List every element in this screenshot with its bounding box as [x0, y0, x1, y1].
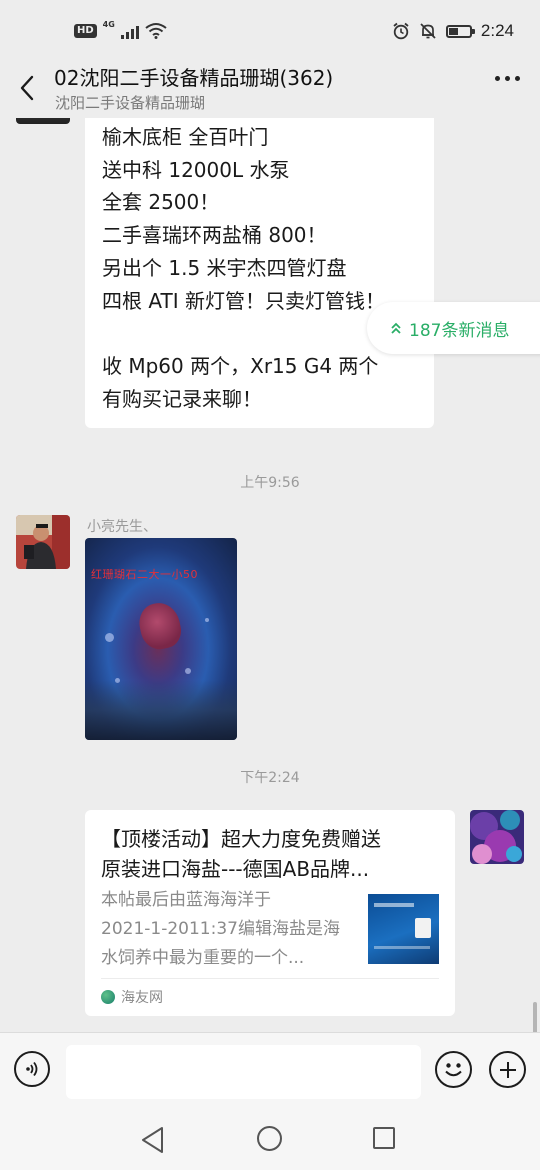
chat-subtitle: 沈阳二手设备精品珊瑚	[55, 94, 206, 112]
message-line: 四根 ATI 新灯管！只卖灯管钱！	[102, 288, 385, 313]
back-button[interactable]	[12, 68, 42, 108]
share-title: 【顶楼活动】超大力度免费赠送 原装进口海盐---德国AB品牌...	[101, 827, 381, 881]
scrollbar[interactable]	[533, 1002, 537, 1032]
message-line: 榆木底柜 全百叶门	[102, 124, 269, 149]
nav-home-icon[interactable]	[257, 1126, 282, 1151]
timestamp: 下午2:24	[240, 770, 300, 786]
timestamp: 上午9:56	[240, 475, 300, 491]
alarm-icon	[393, 22, 409, 40]
double-chevron-up-icon	[391, 322, 401, 334]
message-input[interactable]	[66, 1045, 421, 1099]
photo-message[interactable]: 红珊瑚石二大一小50	[85, 538, 237, 740]
text-message-bubble[interactable]: 出 1.2 米屏风缸 15mm 超白榆木底柜 全百叶门送中科 12000L 水泵…	[85, 118, 434, 428]
sender-name: 小亮先生、	[87, 519, 157, 535]
mute-icon	[420, 23, 436, 39]
input-bar	[0, 1032, 540, 1106]
battery-icon	[445, 24, 475, 38]
my-avatar[interactable]	[470, 810, 524, 864]
photo-caption: 红珊瑚石二大一小50	[91, 568, 198, 581]
divider	[101, 978, 439, 979]
message-line: 二手喜瑞环两盐桶 800！	[102, 223, 327, 248]
message-line: 全套 2500！	[102, 190, 220, 215]
emoji-button[interactable]	[435, 1051, 472, 1088]
message-line: 收 Mp60 两个，Xr15 G4 两个	[102, 354, 379, 379]
nav-recent-icon[interactable]	[373, 1127, 395, 1149]
more-button[interactable]	[495, 76, 520, 81]
status-right: 2:24	[392, 21, 514, 41]
coral-rock	[135, 599, 185, 653]
battery-level	[448, 27, 458, 35]
avatar[interactable]	[16, 118, 70, 124]
chat-header: 02沈阳二手设备精品珊瑚(362) 沈阳二手设备精品珊瑚	[0, 62, 540, 118]
message-line: 送中科 12000L 水泵	[102, 157, 290, 182]
message-line: 有购买记录来聊！	[102, 387, 262, 412]
plus-button[interactable]	[489, 1051, 526, 1088]
status-time: 2:24	[480, 21, 514, 40]
nav-back-icon[interactable]	[140, 1126, 166, 1154]
new-messages-label: 187条新消息	[409, 320, 510, 341]
hd-icon: HD	[74, 23, 97, 38]
wifi-icon	[145, 23, 167, 39]
source-logo-icon	[101, 990, 115, 1004]
share-description: 本帖最后由蓝海海洋于 2021-1-2011:37编辑海盐是海 水饲养中最为重要…	[101, 890, 340, 968]
voice-icon	[26, 1061, 38, 1077]
coral-avatar-image	[470, 810, 524, 864]
voice-button[interactable]	[14, 1051, 50, 1087]
message-list[interactable]: 出 1.2 米屏风缸 15mm 超白榆木底柜 全百叶门送中科 12000L 水泵…	[0, 118, 540, 1032]
new-messages-pill[interactable]: 187条新消息	[367, 302, 540, 354]
status-left: HD 4G	[74, 20, 167, 39]
signal-icon	[120, 23, 139, 39]
share-source: 海友网	[101, 987, 163, 1007]
chevron-left-icon	[20, 75, 34, 101]
system-nav-bar	[0, 1106, 540, 1170]
avatar[interactable]	[16, 515, 70, 569]
more-icon	[495, 76, 500, 81]
network-type: 4G	[102, 20, 115, 29]
status-bar: HD 4G 2:24	[0, 0, 540, 62]
shared-link-card[interactable]: 【顶楼活动】超大力度免费赠送 原装进口海盐---德国AB品牌... 本帖最后由蓝…	[85, 810, 455, 1016]
chat-title: 02沈阳二手设备精品珊瑚(362)	[54, 66, 334, 90]
message-line: 另出个 1.5 米宇杰四管灯盘	[102, 255, 347, 280]
share-thumbnail	[368, 894, 439, 964]
person-avatar-image	[16, 515, 70, 569]
source-name: 海友网	[121, 990, 163, 1006]
emoji-icon	[445, 1063, 462, 1077]
plus-icon	[499, 1061, 516, 1078]
